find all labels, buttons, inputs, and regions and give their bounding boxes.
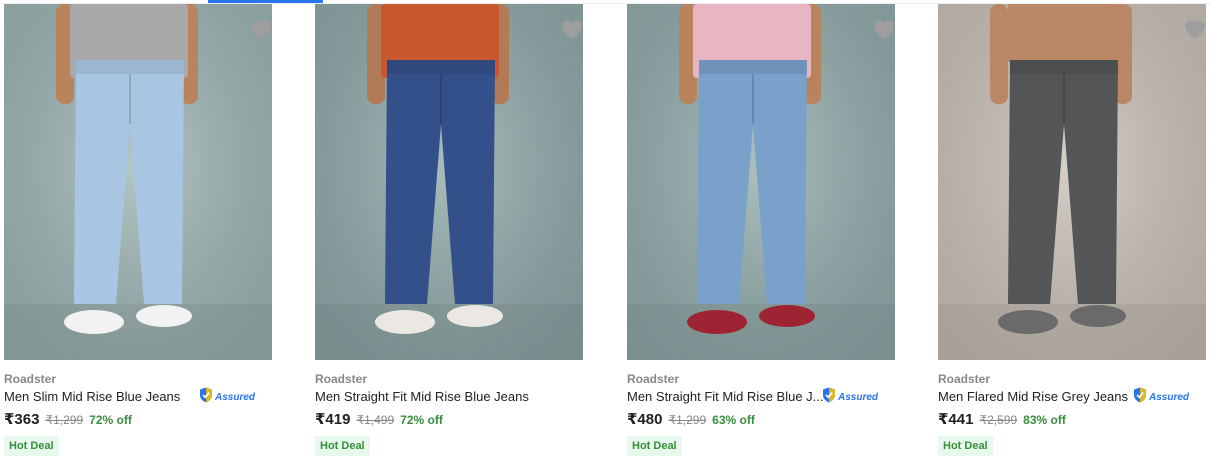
- product-brand: Roadster: [938, 372, 991, 386]
- assured-label: Assured: [215, 391, 256, 403]
- shield-check-icon: [199, 387, 213, 408]
- product-title[interactable]: Men Flared Mid Rise Grey Jeans: [938, 389, 1128, 404]
- selling-price: ₹441: [938, 411, 974, 428]
- product-image[interactable]: [4, 4, 272, 360]
- price-row: ₹419 ₹1,499 72% off: [315, 410, 443, 428]
- discount-percent: 72% off: [89, 413, 132, 427]
- assured-badge: Assured: [822, 387, 879, 408]
- hot-deal-badge: Hot Deal: [315, 436, 370, 456]
- wishlist-heart-icon[interactable]: [1182, 16, 1208, 40]
- hot-deal-badge: Hot Deal: [4, 436, 59, 456]
- product-card[interactable]: Roadster Men Flared Mid Rise Grey Jeans …: [938, 4, 1206, 462]
- product-brand: Roadster: [4, 372, 57, 386]
- assured-badge: Assured: [199, 387, 256, 408]
- original-price: ₹2,599: [979, 413, 1018, 427]
- selling-price: ₹363: [4, 411, 40, 428]
- wishlist-heart-icon[interactable]: [559, 16, 585, 40]
- shield-check-icon: [1133, 387, 1147, 408]
- original-price: ₹1,299: [45, 413, 84, 427]
- wishlist-heart-icon[interactable]: [248, 16, 274, 40]
- assured-label: Assured: [838, 391, 879, 403]
- product-title[interactable]: Men Straight Fit Mid Rise Blue Jeans: [315, 389, 529, 404]
- product-image[interactable]: [627, 4, 895, 360]
- discount-percent: 63% off: [712, 413, 755, 427]
- product-image[interactable]: [938, 4, 1206, 360]
- original-price: ₹1,499: [356, 413, 395, 427]
- discount-percent: 72% off: [400, 413, 443, 427]
- assured-badge: Assured: [1133, 387, 1190, 408]
- assured-label: Assured: [1149, 391, 1190, 403]
- wishlist-heart-icon[interactable]: [871, 16, 897, 40]
- price-row: ₹363 ₹1,299 72% off: [4, 410, 132, 428]
- product-card[interactable]: Roadster Men Straight Fit Mid Rise Blue …: [627, 4, 895, 462]
- hot-deal-badge: Hot Deal: [938, 436, 993, 456]
- selling-price: ₹419: [315, 411, 351, 428]
- product-image[interactable]: [315, 4, 583, 360]
- shield-check-icon: [822, 387, 836, 408]
- product-title[interactable]: Men Slim Mid Rise Blue Jeans: [4, 389, 180, 404]
- discount-percent: 83% off: [1023, 413, 1066, 427]
- hot-deal-badge: Hot Deal: [627, 436, 682, 456]
- product-card[interactable]: Roadster Men Straight Fit Mid Rise Blue …: [315, 4, 583, 462]
- product-brand: Roadster: [627, 372, 680, 386]
- original-price: ₹1,299: [668, 413, 707, 427]
- product-title[interactable]: Men Straight Fit Mid Rise Blue J...: [627, 389, 824, 404]
- price-row: ₹480 ₹1,299 63% off: [627, 410, 755, 428]
- price-row: ₹441 ₹2,599 83% off: [938, 410, 1066, 428]
- selling-price: ₹480: [627, 411, 663, 428]
- product-card[interactable]: Roadster Men Slim Mid Rise Blue Jeans As…: [4, 4, 272, 462]
- product-brand: Roadster: [315, 372, 368, 386]
